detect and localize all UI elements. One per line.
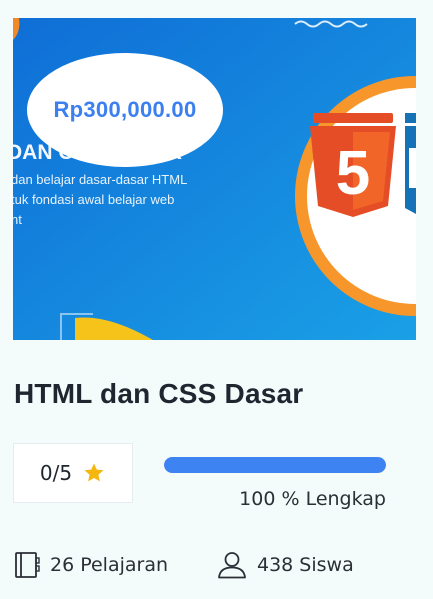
html5-glyph: 5	[336, 139, 370, 208]
students-label: 438 Siswa	[257, 554, 354, 576]
progress-bar	[164, 457, 386, 473]
progress-fill	[164, 457, 386, 473]
price-badge: Rp300,000.00	[27, 53, 223, 167]
html5-logo: 5	[310, 113, 396, 217]
book-icon	[15, 552, 40, 578]
rating-box: 0/5	[13, 443, 133, 503]
price-text: Rp300,000.00	[53, 97, 197, 122]
thumbnail-desc-line2: tuk fondasi awal belajar web	[13, 192, 174, 207]
thumbnail-desc-line1: dan belajar dasar-dasar HTML	[13, 172, 187, 187]
progress-label: 100 % Lengkap	[239, 488, 386, 510]
star-icon	[84, 463, 104, 482]
lessons-count: 26 Pelajaran	[14, 551, 168, 579]
course-thumbnail[interactable]: 5 DAN CSS DASAR dan belajar dasar-dasar …	[13, 18, 416, 340]
course-title[interactable]: HTML dan CSS Dasar	[14, 378, 303, 410]
css3-logo	[405, 113, 416, 214]
user-icon	[218, 552, 246, 579]
lessons-label: 26 Pelajaran	[50, 554, 169, 576]
rating-value: 0/5	[39, 461, 73, 485]
thumbnail-desc-line3: nt	[13, 212, 22, 227]
students-count: 438 Siswa	[217, 551, 354, 579]
course-card[interactable]: 5 DAN CSS DASAR dan belajar dasar-dasar …	[0, 0, 433, 599]
